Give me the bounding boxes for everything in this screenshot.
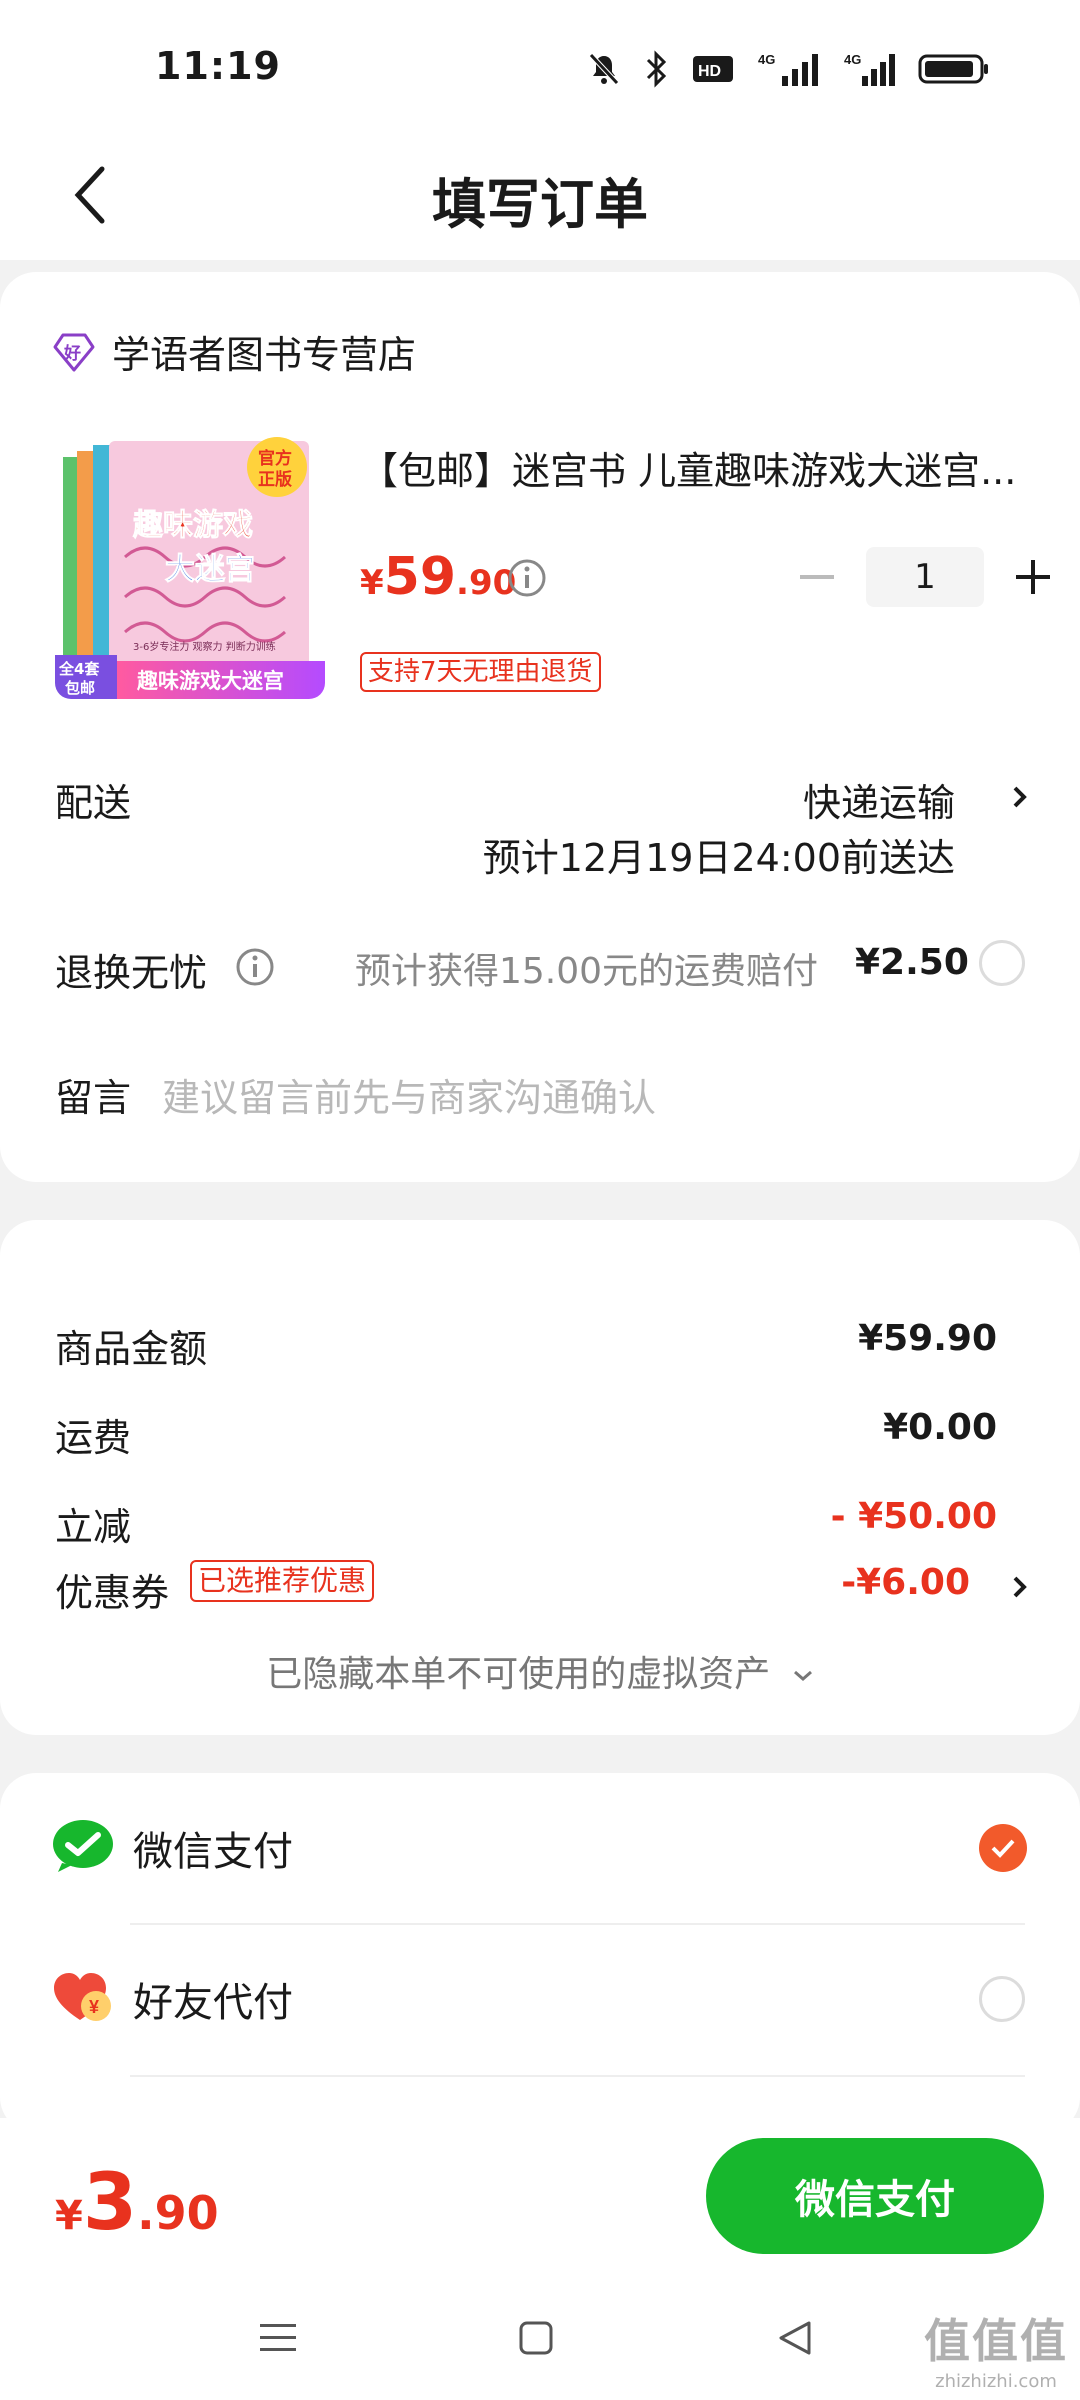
wechat-pay-icon <box>52 1819 114 1877</box>
coupon-badge: 已选推荐优惠 <box>190 1560 375 1602</box>
hidden-assets-text: 已隐藏本单不可使用的虚拟资产 <box>266 1654 771 1695</box>
total-price: ¥ 3 .90 <box>55 2158 219 2248</box>
discount-label: 立减 <box>55 1505 132 1549</box>
menu-nav-button[interactable] <box>238 2298 318 2378</box>
cover-title-1: 趣味游戏 <box>133 508 253 543</box>
minus-icon <box>800 575 834 579</box>
payment-option-friend[interactable]: ¥ 好友代付 <box>0 1924 1080 2074</box>
delivery-label: 配送 <box>55 781 132 825</box>
store-name: 学语者图书专营店 <box>112 333 417 377</box>
return-insurance-description: 预计获得15.00元的运费赔付 <box>355 951 819 992</box>
return-insurance-price: ¥2.50 <box>855 942 969 983</box>
plus-icon <box>1016 560 1050 594</box>
status-time: 11:19 <box>155 44 281 88</box>
price-summary-card: 商品金额 ¥59.90 运费 ¥0.00 立减 - ¥50.00 优惠券 已选推… <box>0 1220 1080 1735</box>
back-triangle-icon <box>779 2321 811 2355</box>
price-info-icon[interactable] <box>507 558 547 602</box>
hidden-assets-toggle[interactable]: 已隐藏本单不可使用的虚拟资产 <box>0 1645 1080 1697</box>
discount-value: - ¥50.00 <box>830 1496 997 1537</box>
top-nav-bar: 填写订单 <box>0 130 1080 260</box>
goods-amount-label: 商品金额 <box>55 1327 208 1371</box>
wechat-pay-button[interactable]: 微信支付 <box>706 2138 1044 2254</box>
watermark: 值值值 zhizhizhi.com <box>924 2305 1068 2392</box>
payment-option-label: 微信支付 <box>133 1829 293 1875</box>
back-nav-button[interactable] <box>755 2298 835 2378</box>
cover-tagline: 3-6岁专注力 观察力 判断力训练 <box>133 640 276 653</box>
return-insurance-info-icon[interactable] <box>235 947 275 987</box>
payment-method-card: 微信支付 ¥ 好友代付 <box>0 1773 1080 2133</box>
home-square-icon <box>519 2321 553 2355</box>
status-icons: HD 4G 4G <box>586 50 990 88</box>
chevron-right-icon[interactable] <box>1010 1572 1030 1602</box>
total-integer: 3 <box>82 2158 138 2248</box>
quantity-stepper: 1 <box>782 547 1068 607</box>
status-bar: 11:19 HD 4G 4G <box>0 0 1080 130</box>
signal-4g-icon: 4G <box>844 52 895 86</box>
price-integer: 59 <box>383 547 457 607</box>
mute-bell-icon <box>589 53 619 85</box>
svg-text:HD: HD <box>698 63 721 80</box>
return-policy-badge: 支持7天无理由退货 <box>360 652 601 692</box>
message-input[interactable]: 建议留言前先与商家沟通确认 <box>162 1067 656 1122</box>
battery-icon <box>918 54 988 84</box>
friend-pay-heart-icon: ¥ <box>52 1970 114 2028</box>
delivery-method[interactable]: 快递运输 <box>803 772 955 827</box>
store-row[interactable]: 好 学语者图书专营店 <box>52 324 416 379</box>
return-insurance-label: 退换无忧 <box>55 951 208 995</box>
watermark-sub: zhizhizhi.com <box>935 2371 1057 2392</box>
delivery-eta: 预计12月19日24:00前送达 <box>482 836 955 880</box>
quantity-value[interactable]: 1 <box>866 547 984 607</box>
goods-amount-value: ¥59.90 <box>858 1318 997 1359</box>
chevron-right-icon[interactable] <box>1010 782 1030 812</box>
total-symbol: ¥ <box>55 2193 83 2239</box>
return-insurance-radio[interactable] <box>979 940 1025 986</box>
payment-option-label: 好友代付 <box>133 1980 293 2026</box>
cover-badge-top: 官方 <box>258 448 292 469</box>
svg-text:4G: 4G <box>844 52 861 67</box>
message-label: 留言 <box>55 1076 132 1120</box>
cover-title-2: 大迷宫 <box>165 552 255 587</box>
qty-increase-button[interactable] <box>998 547 1068 607</box>
coupon-value[interactable]: -¥6.00 <box>841 1562 970 1603</box>
hd-icon: HD <box>693 56 733 82</box>
page-title: 填写订单 <box>432 173 648 236</box>
total-decimal: .90 <box>137 2186 219 2240</box>
cover-corner-1: 全4套 <box>58 660 100 678</box>
qty-decrease-button[interactable] <box>782 547 852 607</box>
product-image[interactable]: 官方 正版 趣味游戏 大迷宫 3-6岁专注力 观察力 判断力训练 全4套 包邮 … <box>55 437 325 699</box>
signal-4g-icon: 4G <box>758 52 818 86</box>
shipping-fee-label: 运费 <box>55 1416 132 1460</box>
product-title[interactable]: 【包邮】迷宫书 儿童趣味游戏大迷宫... <box>360 440 1030 495</box>
coupon-label: 优惠券 <box>55 1571 170 1615</box>
good-store-diamond-icon: 好 <box>53 333 95 371</box>
order-item-card: 好 学语者图书专营店 官方 正版 趣味游戏 大迷宫 3-6岁专注力 观察力 判断… <box>0 272 1080 1182</box>
watermark-main: 值值值 <box>924 2314 1068 2368</box>
friend-pay-radio[interactable] <box>979 1976 1025 2022</box>
svg-text:好: 好 <box>63 343 81 364</box>
home-nav-button[interactable] <box>496 2298 576 2378</box>
cover-badge-bottom: 正版 <box>258 469 292 490</box>
bluetooth-icon <box>646 50 667 88</box>
svg-text:4G: 4G <box>758 52 775 67</box>
price-symbol: ¥ <box>360 563 384 603</box>
checkmark-selected-icon[interactable] <box>979 1824 1027 1872</box>
cover-banner: 趣味游戏大迷宫 <box>136 669 284 693</box>
bottom-checkout-bar: ¥ 3 .90 微信支付 值值值 zhizhizhi.com <box>0 2118 1080 2400</box>
shipping-fee-value: ¥0.00 <box>883 1407 997 1448</box>
divider <box>130 2075 1025 2077</box>
product-price: ¥ 59 .90 <box>360 547 516 607</box>
cover-corner-2: 包邮 <box>65 679 95 697</box>
chevron-down-icon <box>793 1670 812 1681</box>
system-nav-bar <box>0 2298 1080 2378</box>
menu-icon <box>260 2324 296 2351</box>
svg-text:¥: ¥ <box>89 1997 99 2017</box>
payment-option-wechat[interactable]: 微信支付 <box>0 1773 1080 1923</box>
